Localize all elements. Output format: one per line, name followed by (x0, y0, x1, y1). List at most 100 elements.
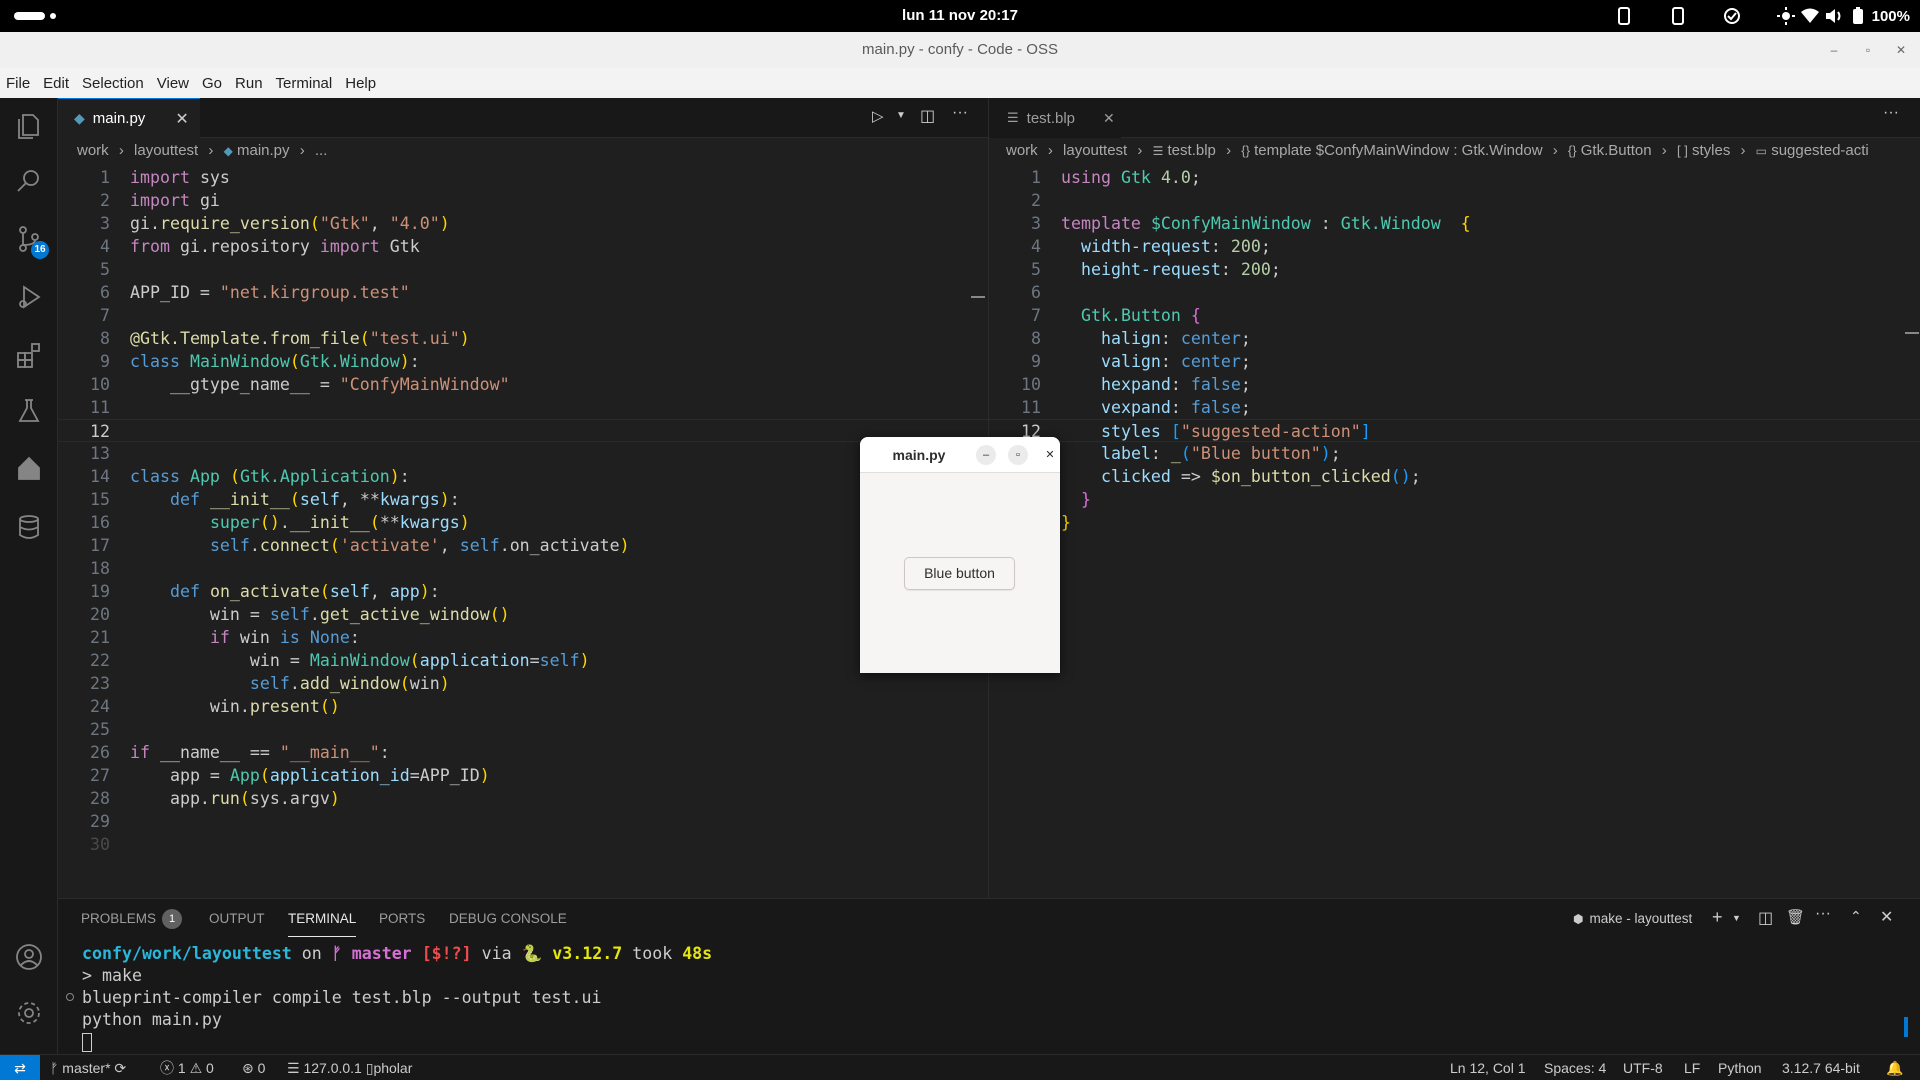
phone-connect-icon[interactable] (1666, 0, 1690, 32)
breadcrumb-item[interactable]: layouttest (1063, 142, 1127, 159)
breadcrumb-item[interactable]: template $ConfyMainWindow : Gtk.Window (1254, 142, 1542, 159)
notifications-bell-icon[interactable]: 🔔 (1886, 1055, 1903, 1080)
tab-terminal[interactable]: TERMINAL (288, 901, 357, 937)
error-icon: ⓧ (160, 1060, 178, 1076)
wifi-icon[interactable] (1798, 0, 1822, 32)
menu-selection[interactable]: Selection (82, 75, 144, 92)
tab-debug-console[interactable]: DEBUG CONSOLE (449, 899, 567, 939)
breadcrumb-item[interactable]: layouttest (134, 142, 198, 159)
menu-run[interactable]: Run (235, 75, 263, 92)
split-terminal-icon[interactable]: ◫ (1758, 908, 1773, 928)
tab-ports[interactable]: PORTS (379, 899, 425, 939)
tab-label: main.py (92, 110, 146, 127)
gtk-maximize-button[interactable]: ▫ (1008, 445, 1028, 465)
extensions-icon[interactable] (14, 340, 44, 370)
menu-go[interactable]: Go (202, 75, 222, 92)
python-interpreter[interactable]: 3.12.7 64-bit (1782, 1055, 1860, 1080)
explorer-icon[interactable] (14, 110, 44, 140)
more-actions-icon[interactable]: ··· (952, 104, 968, 122)
code-area-main-py[interactable]: 1 import sys 2 import gi 3 gi.require_versi… (58, 166, 988, 856)
editor-tab-bar: ◆ main.py ✕ ▷ ▼ ◫ ··· (58, 98, 988, 138)
tab-label: test.blp (1026, 109, 1076, 127)
breadcrumb-item[interactable]: main.py (237, 142, 290, 159)
battery-percentage: 100% (1871, 7, 1910, 25)
account-icon[interactable] (14, 942, 44, 972)
cursor-position[interactable]: Ln 12, Col 1 (1450, 1055, 1526, 1080)
run-dropdown-chevron-icon[interactable]: ▼ (896, 110, 906, 121)
db-server-status[interactable]: ☰ 127.0.0.1 ▯pholar (287, 1055, 412, 1080)
new-terminal-plus-icon[interactable]: + (1712, 907, 1723, 928)
tab-problems[interactable]: PROBLEMS 1 (81, 899, 183, 939)
more-actions-icon[interactable]: ··· (1815, 905, 1831, 923)
problems-status[interactable]: ⓧ 1 ⚠ 0 (160, 1055, 214, 1080)
search-icon[interactable] (14, 166, 44, 196)
sync-icon[interactable]: ⟳ (114, 1060, 126, 1076)
gtk-minimize-button[interactable]: – (976, 445, 996, 465)
indentation[interactable]: Spaces: 4 (1544, 1055, 1606, 1080)
broadcast-icon: ⊛ (242, 1060, 258, 1076)
encoding[interactable]: UTF-8 (1623, 1055, 1663, 1080)
phone-icon[interactable] (1612, 0, 1636, 32)
gtk-headerbar[interactable]: main.py – ▫ ✕ (860, 437, 1060, 473)
breadcrumb-item[interactable]: styles (1692, 142, 1730, 159)
gtk-close-button[interactable]: ✕ (1040, 445, 1060, 465)
brightness-icon[interactable] (1774, 0, 1798, 32)
breadcrumb-item[interactable]: work (77, 142, 109, 159)
more-actions-icon[interactable]: ··· (1883, 104, 1899, 122)
window-titlebar[interactable]: main.py - confy - Code - OSS – ▫ ✕ (0, 32, 1920, 68)
database-icon[interactable] (14, 512, 44, 542)
menu-help[interactable]: Help (345, 75, 376, 92)
ports-status[interactable]: ⊛ 0 (242, 1055, 265, 1080)
terminal-dropdown-chevron-icon[interactable]: ▼ (1732, 913, 1741, 923)
source-control-badge: 16 (31, 241, 49, 259)
maximize-panel-chevron-up-icon[interactable]: ⌃ (1850, 908, 1862, 925)
menu-terminal[interactable]: Terminal (276, 75, 333, 92)
gtk-window-title: main.py (892, 447, 946, 463)
tab-main-py[interactable]: ◆ main.py ✕ (58, 98, 200, 138)
terminal-selector[interactable]: ⬢ make - layouttest (1573, 899, 1692, 939)
menu-edit[interactable]: Edit (43, 75, 69, 92)
close-tab-icon[interactable]: ✕ (175, 109, 188, 129)
run-python-icon[interactable]: ▷ (872, 107, 884, 125)
menu-file[interactable]: File (6, 75, 30, 92)
scrollbar-marker[interactable] (971, 296, 985, 298)
breadcrumb-item[interactable]: Gtk.Button (1581, 142, 1652, 159)
system-tray[interactable]: 100% (1612, 0, 1910, 32)
terminal-scroll-marker (1904, 1017, 1908, 1037)
gtk-app-window[interactable]: main.py – ▫ ✕ Blue button (860, 437, 1060, 673)
close-panel-icon[interactable]: ✕ (1880, 907, 1893, 927)
branch-status[interactable]: ᚠ master* ⟳ (50, 1055, 126, 1080)
breadcrumb-item[interactable]: work (1006, 142, 1038, 159)
scrollbar-marker[interactable] (1905, 332, 1919, 334)
breadcrumb-item[interactable]: suggested-acti (1771, 142, 1869, 159)
menu-view[interactable]: View (157, 75, 189, 92)
remote-indicator-icon[interactable]: ⇄ (0, 1055, 40, 1080)
editor-group-right: ☰ test.blp ✕ ··· work › layouttest › ☰ t… (989, 98, 1920, 898)
testing-icon[interactable] (14, 396, 44, 426)
tab-test-blp[interactable]: ☰ test.blp ✕ (989, 98, 1121, 138)
breadcrumb-item[interactable]: test.blp (1168, 142, 1216, 159)
split-editor-icon[interactable]: ◫ (920, 106, 935, 126)
close-window-button[interactable]: ✕ (1893, 42, 1909, 58)
menu-bar: File Edit Selection View Go Run Terminal… (0, 68, 1920, 98)
sync-icon[interactable] (1720, 0, 1744, 32)
close-tab-icon[interactable]: ✕ (1103, 110, 1115, 127)
settings-gear-icon[interactable] (14, 998, 44, 1028)
run-debug-icon[interactable] (14, 282, 44, 312)
volume-icon[interactable] (1822, 0, 1846, 32)
tab-output[interactable]: OUTPUT (209, 899, 265, 939)
kill-terminal-trash-icon[interactable]: 🗑 (1786, 908, 1805, 926)
terminal-output[interactable]: confy/work/layouttest on ᚠ master [$!?] … (82, 943, 712, 1053)
command-decoration-icon[interactable] (66, 993, 74, 1001)
bottom-panel: PROBLEMS 1 OUTPUT TERMINAL PORTS DEBUG CO… (58, 898, 1920, 1054)
code-area-test-blp[interactable]: 1 using Gtk 4.0; 2 3 template $ConfyMainWi… (989, 166, 1920, 534)
system-top-bar: lun 11 nov 20:17 100% (0, 0, 1920, 32)
breadcrumb-item[interactable]: ... (315, 142, 328, 159)
remote-explorer-icon[interactable] (14, 454, 44, 484)
end-of-line[interactable]: LF (1684, 1055, 1700, 1080)
maximize-button[interactable]: ▫ (1860, 42, 1876, 58)
blue-button[interactable]: Blue button (904, 557, 1015, 590)
language-mode[interactable]: Python (1718, 1055, 1762, 1080)
battery-icon[interactable] (1846, 0, 1870, 32)
minimize-button[interactable]: – (1826, 42, 1842, 58)
